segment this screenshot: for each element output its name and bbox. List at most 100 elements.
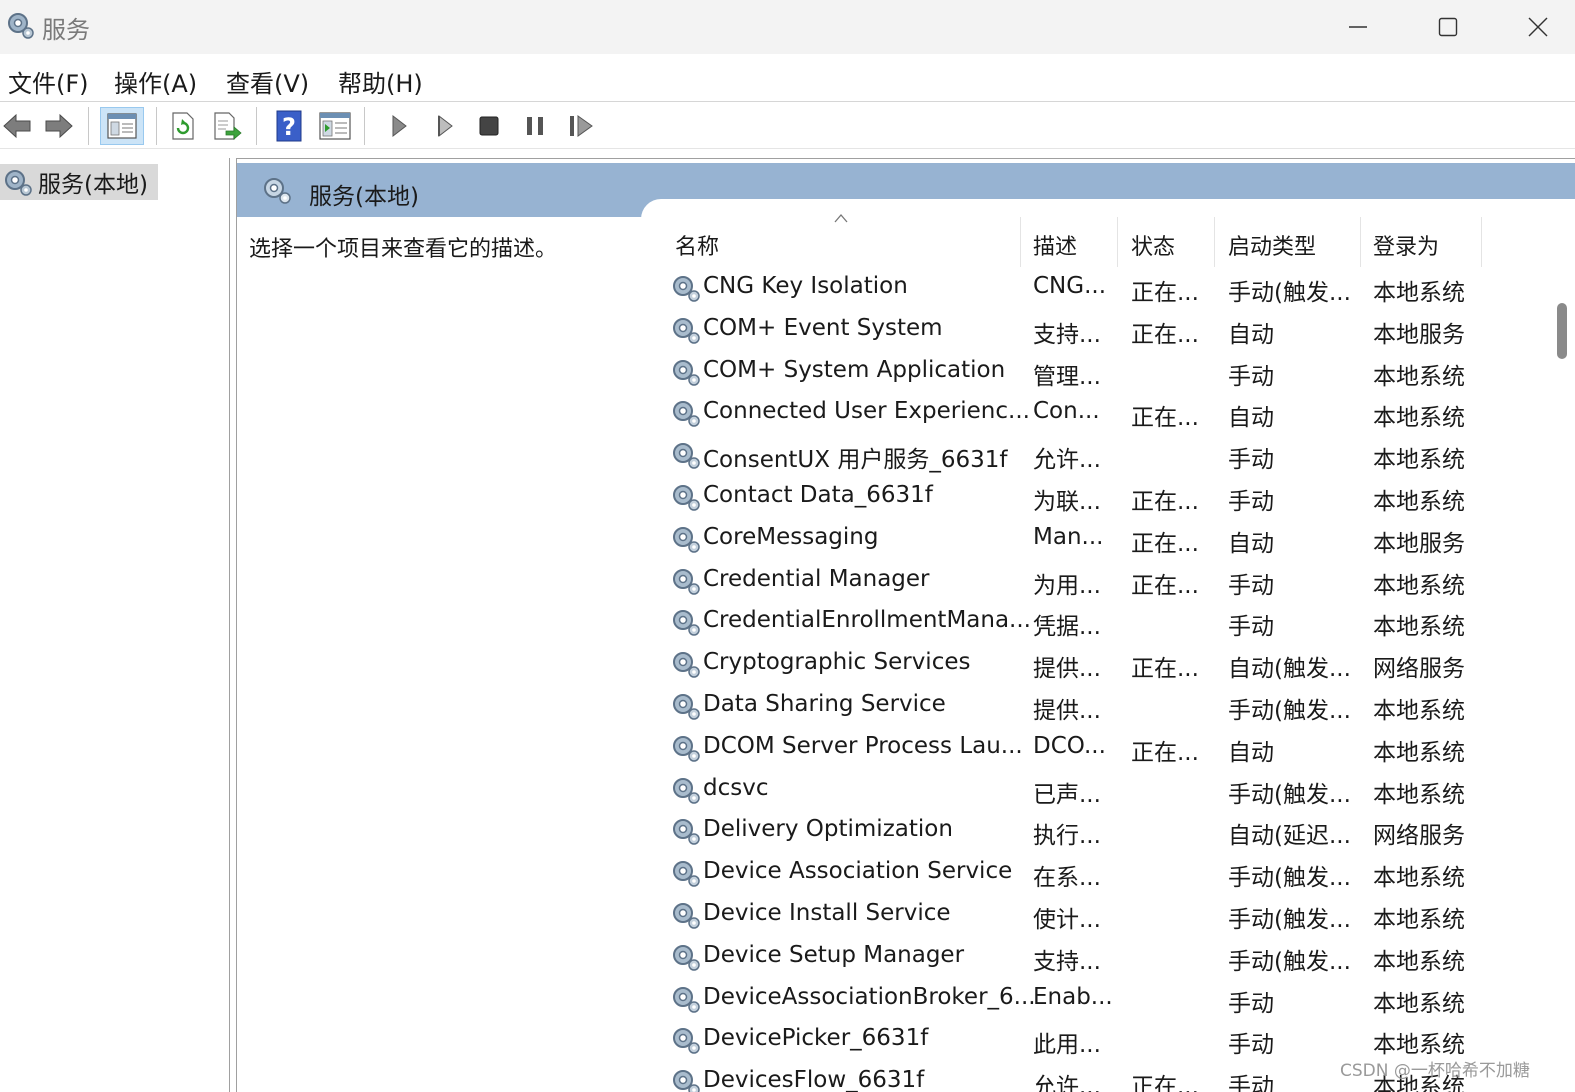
service-row[interactable]: Data Sharing Service 提供... 手动(触发... 本地系统 [661, 685, 1561, 727]
service-status: 正在... [1131, 739, 1199, 766]
help-button[interactable]: ? [272, 109, 306, 143]
maximize-button[interactable] [1403, 0, 1493, 54]
service-name: CredentialEnrollmentMana... [703, 607, 1031, 634]
service-startup-type: 手动 [1228, 1032, 1274, 1059]
watermark: CSDN @一杯哈希不加糖 [1340, 1061, 1530, 1081]
menu-view[interactable]: 查看(V) [226, 64, 309, 99]
service-gear-icon [673, 1028, 700, 1055]
service-name: Cryptographic Services [703, 649, 971, 676]
service-name: ConsentUX 用户服务_6631f [703, 447, 1008, 474]
toolbar: ? [0, 103, 1575, 149]
stop-service-button[interactable] [472, 109, 506, 143]
start-service-alt-button[interactable] [428, 109, 462, 143]
service-row[interactable]: dcsvc 已声... 手动(触发... 本地系统 [661, 769, 1561, 811]
service-startup-type: 手动 [1228, 990, 1274, 1017]
service-row[interactable]: DCOM Server Process Lau... DCO... 正在... 自动 本… [661, 727, 1561, 769]
service-row[interactable]: ConsentUX 用户服务_6631f 允许... 手动 本地系统 [661, 434, 1561, 476]
stop-service-icon [479, 116, 499, 136]
service-status: 正在... [1131, 489, 1199, 515]
service-row[interactable]: Delivery Optimization 执行... 自动(延迟... 网络服务 [661, 810, 1561, 852]
console-tree: 服务(本地) [0, 158, 230, 1092]
menu-help[interactable]: 帮助(H) [338, 64, 423, 99]
column-divider[interactable] [1020, 217, 1021, 267]
menu-action[interactable]: 操作(A) [114, 64, 197, 99]
service-row[interactable]: Device Setup Manager 支持... 手动(触发... 本地系统 [661, 936, 1561, 978]
column-header-logon-as[interactable]: 登录为 [1373, 229, 1439, 261]
title-bar: 服务 [0, 0, 1575, 54]
column-header-startup-type[interactable]: 启动类型 [1228, 229, 1316, 261]
column-header-status[interactable]: 状态 [1131, 229, 1175, 261]
service-gear-icon [673, 986, 700, 1013]
service-row[interactable]: Credential Manager 为用... 正在... 手动 本地系统 [661, 560, 1561, 602]
service-name: dcsvc [703, 774, 769, 801]
service-gear-icon [673, 317, 700, 344]
service-description: 提供... [1033, 656, 1101, 683]
service-row[interactable]: Cryptographic Services 提供... 正在... 自动(触发...… [661, 643, 1561, 685]
column-divider[interactable] [1481, 217, 1482, 267]
toolbar-separator [88, 107, 89, 145]
service-gear-icon [673, 735, 700, 762]
service-logon-as: 网络服务 [1373, 656, 1465, 683]
column-divider[interactable] [1117, 217, 1118, 267]
refresh-icon [172, 112, 194, 140]
service-row[interactable]: CNG Key Isolation CNG... 正在... 手动(触发... 本地系统 [661, 267, 1561, 309]
column-header-name[interactable]: 名称 [675, 229, 719, 261]
service-logon-as: 网络服务 [1373, 823, 1465, 850]
service-description: 使计... [1033, 907, 1101, 933]
service-startup-type: 自动 [1228, 530, 1274, 557]
service-row[interactable]: Device Association Service 在系... 手动(触发... 本… [661, 852, 1561, 894]
service-row[interactable]: DeviceAssociationBroker_6... Enab... 手动 本地系… [661, 978, 1561, 1020]
column-header-description[interactable]: 描述 [1033, 229, 1077, 261]
service-logon-as: 本地系统 [1373, 990, 1465, 1017]
svg-text:?: ? [282, 113, 296, 141]
details-pane: 服务(本地) 选择一个项目来查看它的描述。 名称 描述 状态 启动类型 登录为 … [236, 158, 1575, 1092]
vertical-scrollbar-thumb[interactable] [1557, 303, 1567, 359]
service-startup-type: 手动(触发... [1228, 280, 1351, 306]
description-text: 选择一个项目来查看它的描述。 [249, 237, 558, 262]
service-startup-type: 手动(触发... [1228, 907, 1351, 933]
service-gear-icon [673, 652, 700, 678]
tree-node-services-local[interactable]: 服务(本地) [0, 164, 158, 200]
show-hide-tree-button[interactable] [100, 107, 144, 145]
service-row[interactable]: COM+ System Application 管理... 手动 本地系统 [661, 351, 1561, 393]
service-gear-icon [673, 694, 700, 720]
start-service-button[interactable] [382, 109, 416, 143]
service-row[interactable]: Contact Data_6631f 为联... 正在... 手动 本地系统 [661, 476, 1561, 518]
service-logon-as: 本地系统 [1373, 781, 1465, 808]
service-name: Device Install Service [703, 900, 951, 926]
service-startup-type: 手动 [1228, 363, 1274, 390]
service-description: 已声... [1033, 781, 1101, 808]
start-service-icon [392, 114, 407, 138]
service-logon-as: 本地系统 [1373, 405, 1465, 432]
export-list-button[interactable] [210, 109, 244, 143]
restart-service-button[interactable] [564, 109, 598, 143]
service-description: 执行... [1033, 823, 1101, 850]
forward-button[interactable] [42, 109, 76, 143]
service-startup-type: 手动(触发... [1228, 781, 1351, 808]
pause-service-button[interactable] [518, 109, 552, 143]
close-button[interactable] [1493, 0, 1575, 54]
service-row[interactable]: CoreMessaging Man... 正在... 自动 本地服务 [661, 518, 1561, 560]
back-button[interactable] [0, 109, 34, 143]
service-name: DCOM Server Process Lau... [703, 732, 1023, 759]
service-logon-as: 本地系统 [1373, 1032, 1465, 1059]
service-name: CoreMessaging [703, 523, 879, 550]
service-logon-as: 本地系统 [1373, 739, 1465, 766]
minimize-button[interactable] [1313, 0, 1403, 54]
column-divider[interactable] [1360, 217, 1361, 267]
service-row[interactable]: Connected User Experienc... Con... 正在... 自动… [661, 392, 1561, 434]
service-gear-icon [673, 359, 700, 386]
column-divider[interactable] [1214, 217, 1215, 267]
close-icon [1528, 17, 1548, 37]
service-row[interactable]: COM+ Event System 支持... 正在... 自动 本地服务 [661, 309, 1561, 351]
service-name: DevicePicker_6631f [703, 1025, 929, 1052]
refresh-button[interactable] [166, 109, 200, 143]
service-row[interactable]: Device Install Service 使计... 手动(触发... 本地系统 [661, 894, 1561, 936]
service-logon-as: 本地服务 [1373, 321, 1465, 348]
properties-pane-button[interactable] [318, 109, 352, 143]
service-description: 允许... [1033, 447, 1101, 474]
service-gear-icon [673, 861, 700, 887]
service-row[interactable]: CredentialEnrollmentMana... 凭据... 手动 本地系统 [661, 601, 1561, 643]
menu-file[interactable]: 文件(F) [8, 64, 89, 99]
service-name: DeviceAssociationBroker_6... [703, 983, 1036, 1010]
